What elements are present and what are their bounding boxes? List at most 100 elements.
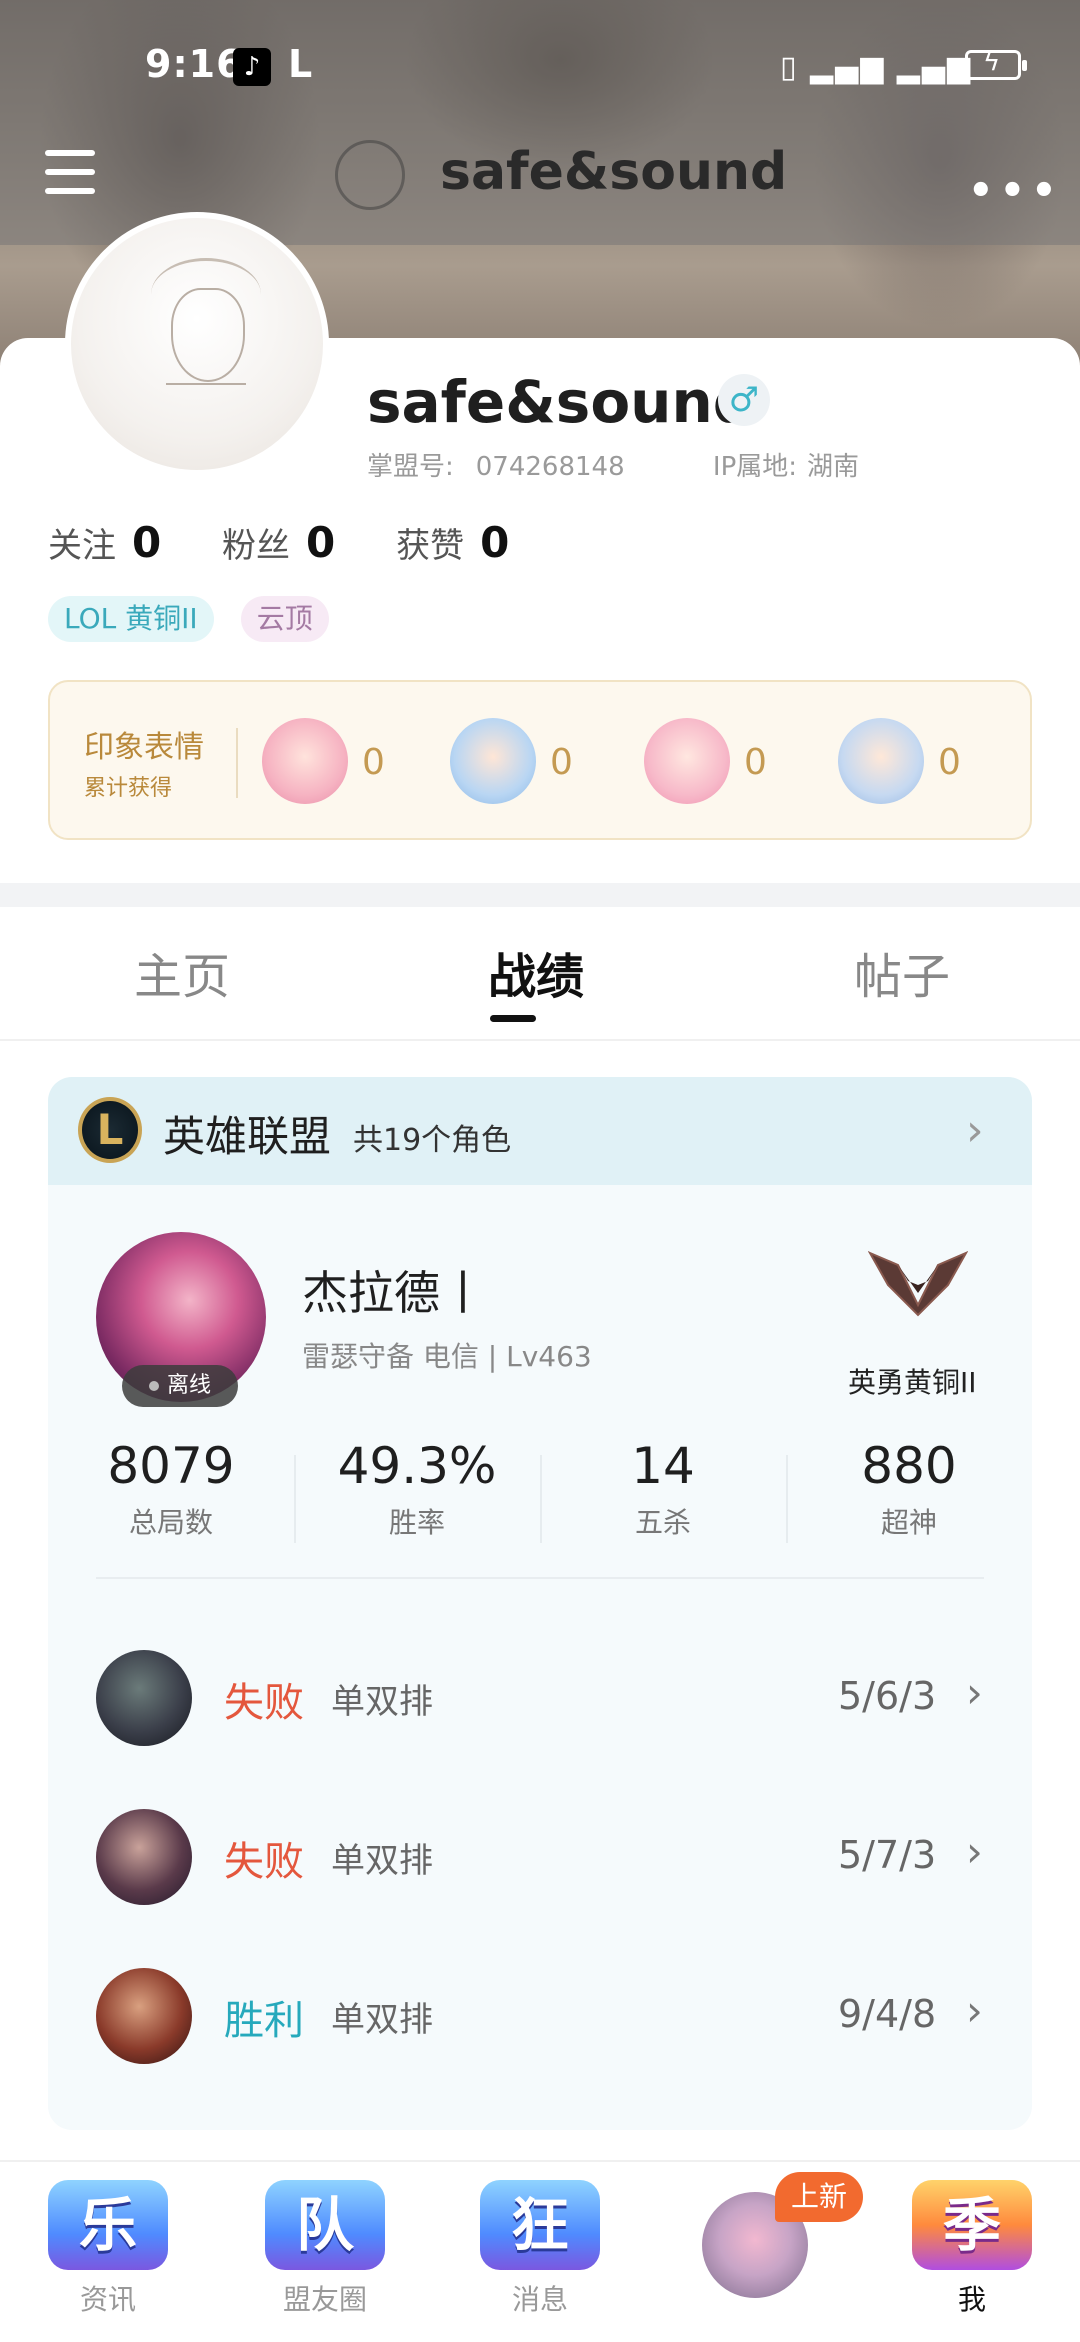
season-icon: 季	[912, 2180, 1032, 2270]
signal-icon: ▯ ▂▄▆ ▂▄▆	[780, 50, 973, 85]
profile-tabs: 主页 战绩 帖子	[0, 907, 1080, 1041]
tag-lol-rank[interactable]: LOL 黄铜II	[48, 596, 214, 642]
tab-indicator	[490, 1015, 536, 1022]
hamburger-icon[interactable]	[45, 150, 95, 200]
status-text: 离线	[166, 1373, 211, 1398]
avatar-collar	[166, 383, 246, 435]
match-champion-avatar	[96, 1650, 192, 1746]
profile-meta: 掌盟号: 074268148 IP属地: 湖南	[367, 446, 939, 483]
stat-likes[interactable]: 获赞 0	[396, 518, 509, 567]
emoji-item[interactable]: 0	[450, 718, 620, 808]
champion-server: 雷瑟守备 电信 | Lv463	[302, 1340, 592, 1373]
bottom-nav-label: 盟友圈	[282, 2283, 367, 2316]
stat-followers[interactable]: 粉丝 0	[222, 518, 335, 567]
summary-winrate: 49.3% 胜率	[294, 1437, 540, 1541]
emoji-count: 0	[744, 742, 767, 783]
chevron-right-icon: ›	[966, 1668, 983, 1717]
summary-legendary: 880 超神	[786, 1437, 1032, 1541]
status-bar: 9:16 ♪ L ▯ ▂▄▆ ▂▄▆ ϟ	[0, 30, 1080, 100]
game-header[interactable]: L 英雄联盟 共19个角色 ›	[48, 1077, 1032, 1185]
account-label: 掌盟号:	[367, 452, 454, 482]
tab-posts[interactable]: 帖子	[854, 937, 950, 1007]
bottom-nav-friends[interactable]: 队 盟友圈	[250, 2180, 400, 2330]
bottom-nav-messages[interactable]: 狂 消息	[465, 2180, 615, 2330]
emoji-item[interactable]: 0	[644, 718, 814, 808]
match-champion-avatar	[96, 1809, 192, 1905]
emoji-gg-icon	[838, 718, 924, 804]
avatar[interactable]	[65, 212, 329, 476]
emoji-item[interactable]: 0	[262, 718, 432, 808]
tiktok-icon: ♪	[233, 48, 271, 86]
stat-label: 获赞	[396, 526, 465, 566]
match-type: 单双排	[331, 2000, 433, 2040]
tab-home[interactable]: 主页	[134, 937, 230, 1007]
summary-total: 8079 总局数	[48, 1437, 294, 1541]
messages-icon: 狂	[480, 2180, 600, 2270]
summary-label: 超神	[880, 1506, 937, 1539]
ip-label: IP属地:	[712, 452, 798, 482]
profile-tags: LOL 黄铜II 云顶	[48, 596, 351, 642]
game-name: 英雄联盟	[163, 1112, 332, 1161]
summary-stats: 8079 总局数 49.3% 胜率 14 五杀 880 超神	[48, 1437, 1032, 1577]
match-row[interactable]: 失败 单双排 5/7/3 ›	[48, 1797, 1032, 1907]
match-row[interactable]: 胜利 单双排 9/4/8 ›	[48, 1956, 1032, 2066]
role-count: 共19个角色	[353, 1123, 512, 1158]
summary-value: 880	[861, 1437, 957, 1495]
bottom-nav-label: 我	[957, 2283, 986, 2316]
bottom-nav-me[interactable]: 季 我	[897, 2180, 1047, 2330]
match-type: 单双排	[331, 1682, 433, 1722]
rank-label: 英勇黄铜II	[848, 1366, 977, 1399]
match-result: 失败	[224, 1680, 304, 1726]
stat-following[interactable]: 关注 0	[48, 518, 161, 567]
stat-value: 0	[132, 518, 162, 567]
nav-avatar-icon	[335, 140, 405, 210]
bottom-nav: 乐 资讯 队 盟友圈 狂 消息 上新 季 我	[0, 2160, 1080, 2342]
summary-value: 8079	[107, 1437, 235, 1495]
impression-emoji-box[interactable]: 印象表情 累计获得 0 0 0 0	[48, 680, 1032, 840]
match-kda: 5/7/3	[838, 1833, 937, 1877]
bottom-nav-news[interactable]: 乐 资讯	[33, 2180, 183, 2330]
follow-stats: 关注 0 粉丝 0 获赞 0	[48, 518, 559, 567]
chevron-right-icon: ›	[966, 1827, 983, 1876]
lol-logo-icon: L	[78, 1097, 142, 1163]
match-row[interactable]: 失败 单双排 5/6/3 ›	[48, 1638, 1032, 1748]
stat-label: 关注	[48, 526, 116, 566]
emoji-box-title: 印象表情	[84, 730, 204, 765]
emoji-count: 0	[362, 742, 385, 783]
ip-value: 湖南	[807, 452, 860, 482]
emoji-cry-icon	[262, 718, 348, 804]
bottom-nav-label: 资讯	[79, 2283, 136, 2316]
game-record-card: L 英雄联盟 共19个角色 › 离线 杰拉德丨 雷瑟守备 电信 | Lv463 …	[48, 1077, 1032, 2130]
emoji-box-subtitle: 累计获得	[84, 776, 173, 801]
tab-records[interactable]: 战绩	[488, 937, 584, 1007]
battery-icon: ϟ	[965, 47, 1027, 80]
more-horizontal-icon[interactable]: •••	[968, 168, 1063, 214]
avatar-face	[171, 288, 245, 382]
top-nav-bar: safe&sound •••	[0, 130, 1080, 230]
match-kda: 5/6/3	[838, 1674, 937, 1718]
match-result: 失败	[224, 1839, 304, 1885]
status-app-icon: L	[288, 42, 313, 86]
chevron-right-icon: ›	[966, 1105, 984, 1156]
tag-tft[interactable]: 云顶	[240, 596, 329, 642]
stat-label: 粉丝	[222, 526, 291, 566]
emoji-wave-icon	[450, 718, 536, 804]
emoji-love-icon	[644, 718, 730, 804]
summary-label: 总局数	[128, 1506, 213, 1539]
new-badge: 上新	[775, 2172, 864, 2222]
divider	[236, 728, 238, 798]
emoji-item[interactable]: 0	[838, 718, 1008, 808]
emoji-count: 0	[550, 742, 573, 783]
status-dot	[148, 1381, 159, 1391]
stat-value: 0	[480, 518, 510, 567]
divider	[96, 1577, 984, 1579]
summary-value: 14	[631, 1437, 695, 1495]
emoji-count: 0	[938, 742, 961, 783]
bottom-nav-label: 消息	[511, 2283, 568, 2316]
summary-pentakills: 14 五杀	[540, 1437, 786, 1541]
match-champion-avatar	[96, 1968, 192, 2064]
summary-label: 五杀	[634, 1506, 691, 1539]
nav-title: safe&sound	[440, 142, 788, 202]
section-separator	[0, 883, 1080, 907]
account-id: 掌盟号: 074268148	[367, 452, 665, 482]
